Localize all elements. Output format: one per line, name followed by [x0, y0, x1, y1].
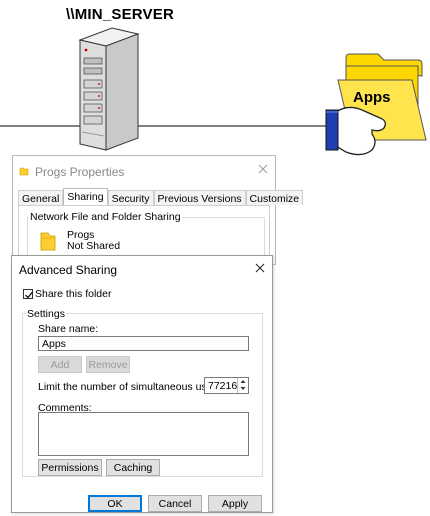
close-icon[interactable]	[254, 262, 266, 274]
user-limit-value: 77216	[208, 380, 238, 392]
cancel-button[interactable]: Cancel	[148, 495, 202, 512]
caching-button[interactable]: Caching	[106, 459, 160, 476]
stepper-buttons	[237, 378, 248, 393]
tab-customize[interactable]: Customize	[245, 190, 304, 205]
network-sharing-group-label: Network File and Folder Sharing	[29, 211, 182, 223]
checkmark-icon	[25, 291, 33, 299]
apply-button[interactable]: Apply	[208, 495, 262, 512]
diagram-graphics	[0, 27, 427, 156]
properties-dialog: Progs Properties General Sharing Securit…	[12, 155, 304, 267]
ok-button[interactable]: OK	[88, 495, 142, 512]
share-name-label: Share name:	[38, 323, 99, 335]
shared-folder-small-icon	[40, 232, 56, 251]
advanced-sharing-dialog: Advanced Sharing Share this folder Setti…	[11, 255, 273, 513]
properties-titlebar: Progs Properties	[13, 156, 275, 186]
tab-security[interactable]: Security	[107, 190, 154, 205]
network-diagram: \\MIN_SERVER Apps	[0, 0, 430, 160]
share-name-input[interactable]: Apps	[38, 336, 249, 351]
permissions-button[interactable]: Permissions	[38, 459, 102, 476]
tab-previous-versions[interactable]: Previous Versions	[153, 190, 246, 205]
tab-general[interactable]: General	[18, 190, 64, 205]
server-icon	[78, 27, 140, 151]
share-folder-label: Share this folder	[35, 288, 112, 300]
properties-tabs: General Sharing Security Previous Versio…	[18, 188, 304, 206]
comments-input[interactable]	[38, 412, 249, 456]
chevron-down-icon[interactable]	[238, 385, 248, 392]
user-limit-stepper[interactable]: 77216	[204, 377, 249, 394]
chevron-up-icon[interactable]	[238, 378, 248, 385]
settings-label: Settings	[26, 308, 66, 320]
share-folder-checkbox-row[interactable]: Share this folder	[23, 288, 111, 300]
add-button[interactable]: Add	[38, 356, 82, 373]
close-icon[interactable]	[257, 163, 269, 175]
advanced-sharing-title: Advanced Sharing	[19, 263, 118, 277]
tab-sharing[interactable]: Sharing	[63, 188, 108, 206]
share-status: Not Shared	[67, 240, 121, 252]
remove-button[interactable]: Remove	[86, 356, 130, 373]
folder-icon	[19, 167, 29, 176]
share-label: Apps	[353, 89, 391, 106]
properties-title: Progs Properties	[35, 165, 125, 179]
share-folder-checkbox[interactable]	[23, 289, 33, 299]
